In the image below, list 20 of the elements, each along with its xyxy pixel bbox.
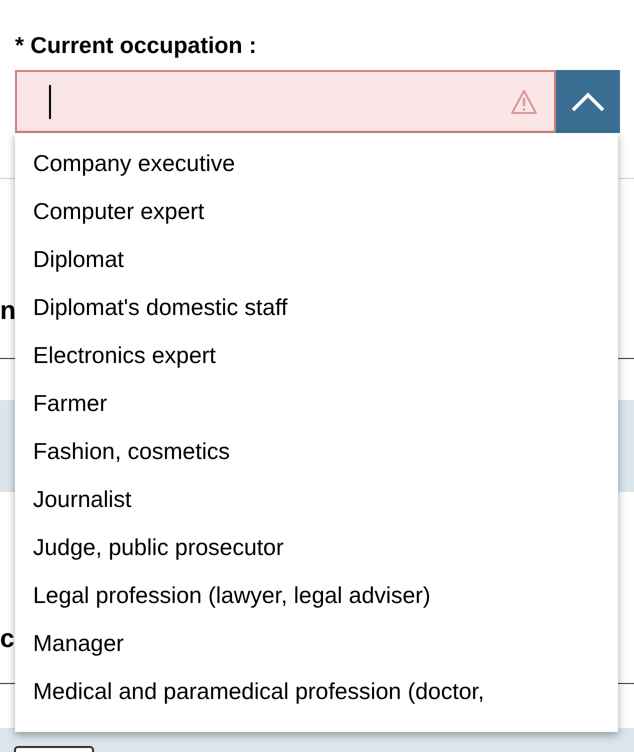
section-heading: c	[0, 623, 14, 653]
option-item[interactable]: Company executive	[15, 139, 595, 187]
option-item[interactable]: Electronics expert	[15, 331, 595, 379]
option-item[interactable]: Legal profession (lawyer, legal adviser)	[15, 571, 595, 619]
option-item[interactable]: Journalist	[15, 475, 595, 523]
chevron-up-icon	[571, 92, 605, 112]
option-item[interactable]: Diplomat's domestic staff	[15, 283, 595, 331]
option-item[interactable]: Farmer	[15, 379, 595, 427]
dropdown-toggle-button[interactable]	[556, 70, 620, 133]
option-item[interactable]: Fashion, cosmetics	[15, 427, 595, 475]
occupation-field[interactable]	[15, 70, 556, 133]
warning-icon	[510, 88, 538, 114]
section-heading: n	[0, 295, 16, 325]
option-item[interactable]: Diplomat	[15, 235, 595, 283]
option-item[interactable]: Medical and paramedical profession (doctor,	[15, 667, 595, 715]
option-item[interactable]: Computer expert	[15, 187, 595, 235]
option-item[interactable]: Judge, public prosecutor	[15, 523, 595, 571]
text-cursor	[49, 84, 51, 118]
field-label: * Current occupation :	[15, 31, 258, 60]
option-item[interactable]: Manager	[15, 619, 595, 667]
